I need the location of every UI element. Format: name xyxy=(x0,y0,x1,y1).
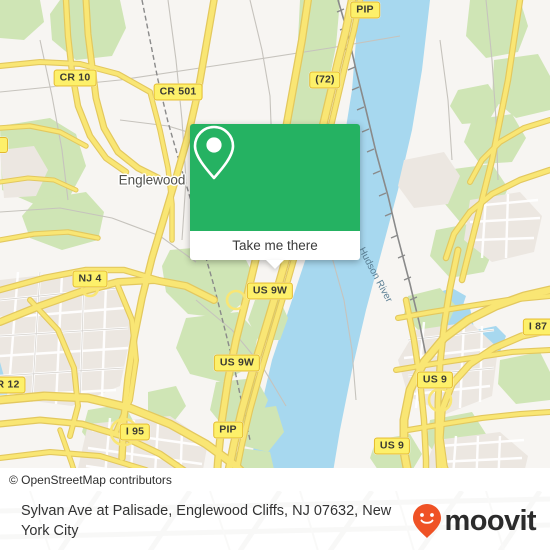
popup-tail xyxy=(266,260,284,269)
shield-cr-12[interactable]: R 12 xyxy=(0,376,26,394)
footer-bar: Sylvan Ave at Palisade, Englewood Cliffs… xyxy=(0,490,550,550)
shield-i-87[interactable]: I 87 xyxy=(522,318,550,336)
location-title: Sylvan Ave at Palisade, Englewood Cliffs… xyxy=(21,503,392,539)
shield-left-edge[interactable] xyxy=(0,137,8,153)
location-popup-card[interactable]: Take me there xyxy=(190,124,360,269)
shield-i-95[interactable]: I 95 xyxy=(119,423,151,441)
shield-cr-10[interactable]: CR 10 xyxy=(53,69,97,87)
moovit-map-screenshot: Englewood Hudson River CR 10 CR 501 PIP … xyxy=(0,0,550,550)
moovit-wordmark: moovit xyxy=(444,504,537,537)
attribution-text[interactable]: © OpenStreetMap contributors xyxy=(0,473,172,487)
shield-us-9w-lower[interactable]: US 9W xyxy=(213,354,261,372)
map-label-englewood: Englewood xyxy=(118,172,186,188)
moovit-logo[interactable]: moovit xyxy=(412,503,537,539)
popup-icon-area xyxy=(190,124,360,231)
take-me-there-label: Take me there xyxy=(232,238,318,253)
shield-nj-4[interactable]: NJ 4 xyxy=(72,270,108,288)
shield-us-9w-upper[interactable]: US 9W xyxy=(246,282,294,300)
take-me-there-button[interactable]: Take me there xyxy=(190,231,360,260)
shield-us-9-lower[interactable]: US 9 xyxy=(373,437,411,455)
moovit-pin-smiley-icon xyxy=(412,504,441,538)
shield-pip-bottom[interactable]: PIP xyxy=(213,421,243,439)
attribution-bar: © OpenStreetMap contributors xyxy=(0,468,550,491)
map-pin-icon xyxy=(193,125,235,180)
shield-us-9-upper[interactable]: US 9 xyxy=(416,371,454,389)
shield-cr-501[interactable]: CR 501 xyxy=(153,83,203,101)
map-canvas[interactable]: Englewood Hudson River CR 10 CR 501 PIP … xyxy=(0,0,550,490)
shield-pip-top[interactable]: PIP xyxy=(350,1,380,19)
shield-route-72[interactable]: (72) xyxy=(309,71,341,89)
